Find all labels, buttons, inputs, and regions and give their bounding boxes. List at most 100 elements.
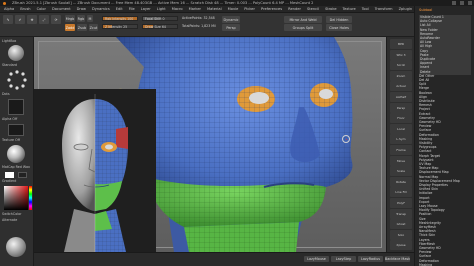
shelf-button-actual[interactable]: Actual (390, 81, 412, 92)
close-icon[interactable] (468, 1, 472, 5)
secondary-color-swatch[interactable] (18, 172, 27, 178)
shelf-button-transp[interactable]: Transp (390, 208, 412, 219)
shelf-button-floor[interactable]: Floor (390, 113, 412, 124)
shelf-button-persp[interactable]: Persp (390, 102, 412, 113)
window-controls (452, 1, 472, 5)
menu-item-file[interactable]: File (128, 7, 136, 11)
shelf-button-rotate[interactable]: Rotate (390, 176, 412, 187)
reference-image-panel[interactable] (34, 89, 156, 252)
rgb-intensity-slider[interactable]: Rgb Intensity 100 (102, 16, 138, 21)
shelf-button-move[interactable]: Move (390, 155, 412, 166)
draw-size-slider[interactable]: Draw Size 64 (142, 24, 178, 29)
menu-item-light[interactable]: Light (156, 7, 167, 11)
shelf-button-frame[interactable]: Frame (390, 145, 412, 155)
menu-item-document[interactable]: Document (51, 7, 72, 11)
right-shelf: BPR SPix 3 Scroll Zoom Actual AAHalf Persp Floo… (386, 37, 414, 252)
m-button[interactable]: M (87, 15, 93, 22)
scale-mode-button[interactable]: ⤢ (39, 15, 49, 24)
close-holes-button[interactable]: Close Holes (326, 24, 352, 31)
draw-mode-button[interactable]: ✐ (15, 15, 25, 24)
material-sphere-icon[interactable] (7, 145, 25, 163)
shelf-button-polyf[interactable]: PolyF (390, 198, 412, 208)
groups-split-button[interactable]: Groups Split (284, 24, 322, 31)
viewport-canvas[interactable] (34, 37, 386, 252)
menu-item-tool[interactable]: Tool (361, 7, 370, 11)
shelf-button-l-sym[interactable]: L.Sym (390, 134, 412, 145)
dots-stroke-icon[interactable] (6, 69, 28, 91)
shelf-button-local[interactable]: Local (390, 123, 412, 134)
dynamic-button[interactable]: Dynamic (222, 16, 240, 23)
menu-item-movie[interactable]: Movie (227, 7, 240, 11)
shelf-button-scale[interactable]: Scale (390, 166, 412, 177)
right-tray: Subtool Visible Count 1 Auto Collapse List… (414, 6, 474, 266)
rgb-button[interactable]: Rgb (77, 15, 85, 22)
zsub-button[interactable]: Zsub (77, 24, 87, 31)
z-intensity-slider[interactable]: Z Intensity 25 (102, 24, 138, 29)
menu-bar: Alpha Brush Color Document Draw Dynamics Edit F… (0, 6, 474, 13)
menu-item-stroke[interactable]: Stroke (324, 7, 337, 11)
zcut-button[interactable]: Zcut (89, 24, 98, 31)
minimize-icon[interactable] (452, 1, 456, 5)
hue-strip[interactable] (29, 186, 32, 210)
mrgb-button[interactable]: Mrgb (65, 15, 75, 22)
menu-item-color[interactable]: Color (36, 7, 47, 11)
shelf-button-xpose[interactable]: Xpose (390, 240, 412, 251)
texture-thumbnail[interactable] (8, 124, 24, 136)
alpha-label: Alpha Off (2, 117, 18, 121)
shelf-button-bpr[interactable]: BPR (390, 39, 412, 49)
standard-brush-label: Standard (2, 63, 17, 67)
lightbox-button[interactable]: LightBox (2, 39, 16, 43)
primary-color-swatch[interactable] (5, 172, 14, 178)
subtool-header[interactable]: Subtool (419, 8, 432, 12)
menu-item-picker[interactable]: Picker (243, 7, 256, 11)
menu-item-texture[interactable]: Texture (342, 7, 357, 11)
menu-item-alpha[interactable]: Alpha (3, 7, 15, 11)
menu-item-stencil[interactable]: Stencil (306, 7, 320, 11)
maximize-icon[interactable] (460, 1, 464, 5)
menu-item-zplugin[interactable]: Zplugin (398, 7, 414, 11)
move-mode-button[interactable]: ✥ (27, 15, 37, 24)
switch-color-label[interactable]: SwitchColor (2, 212, 22, 216)
bottom-backface-mask[interactable]: Backface Mask (385, 256, 410, 262)
alpha-thumbnail[interactable] (8, 99, 24, 115)
shelf-button-ghost[interactable]: Ghost (390, 219, 412, 230)
bottom-bar: LazyMouse LazyStep LazyRadius Backface Mask (34, 252, 414, 266)
window-title: ZBrush 2021.5.1 [Zbrush Soulall] ... ZBr… (12, 1, 314, 5)
menu-item-brush[interactable]: Brush (19, 7, 31, 11)
gradient-label: Gradient (2, 179, 17, 183)
shelf-button-aahalf[interactable]: AAHalf (390, 92, 412, 102)
menu-item-preferences[interactable]: Preferences (260, 7, 283, 11)
zadd-button[interactable]: Zadd (65, 24, 75, 31)
menu-item-macro[interactable]: Macro (171, 7, 184, 11)
material-label: MatCap Red Wax (2, 165, 30, 169)
menu-item-layer[interactable]: Layer (140, 7, 152, 11)
del-hidden-button[interactable]: Del Hidden (326, 16, 352, 23)
bottom-lazystep[interactable]: LazyStep (331, 256, 356, 262)
standard-brush-icon[interactable] (8, 45, 24, 61)
menu-item-draw[interactable]: Draw (76, 7, 87, 11)
texture-label: Texture Off (2, 138, 20, 142)
shelf-button-solo[interactable]: Solo (390, 229, 412, 240)
shelf-button-zoom[interactable]: Zoom (390, 70, 412, 81)
shelf-button-scroll[interactable]: Scroll (390, 60, 412, 71)
shelf-button-line-fill[interactable]: Line Fill (390, 187, 412, 198)
bottom-lazyradius[interactable]: LazyRadius (358, 256, 383, 262)
focal-shift-slider[interactable]: Focal Shift 0 (142, 16, 178, 21)
menu-item-material[interactable]: Material (206, 7, 223, 11)
edit-mode-button[interactable]: ✎ (3, 15, 13, 24)
bottom-lazymouse[interactable]: LazyMouse (304, 256, 329, 262)
shelf-button-spix-3[interactable]: SPix 3 (390, 49, 412, 60)
mirror-and-weld-button[interactable]: Mirror And Weld (284, 16, 322, 23)
persp-button[interactable]: Persp (222, 24, 240, 31)
zbrush-logo-icon (3, 1, 6, 5)
alternate-label[interactable]: Alternate (2, 218, 17, 222)
rotate-mode-button[interactable]: ⟳ (51, 15, 61, 24)
menu-item-edit[interactable]: Edit (115, 7, 124, 11)
menu-item-render[interactable]: Render (287, 7, 302, 11)
sphere-tool-icon[interactable] (6, 237, 26, 257)
color-picker[interactable] (4, 186, 28, 210)
rgb-intensity-label: Rgb Intensity 100 (105, 16, 134, 21)
menu-item-transform[interactable]: Transform (374, 7, 394, 11)
menu-item-marker[interactable]: Marker (188, 7, 202, 11)
menu-item-dynamics[interactable]: Dynamics (91, 7, 111, 11)
